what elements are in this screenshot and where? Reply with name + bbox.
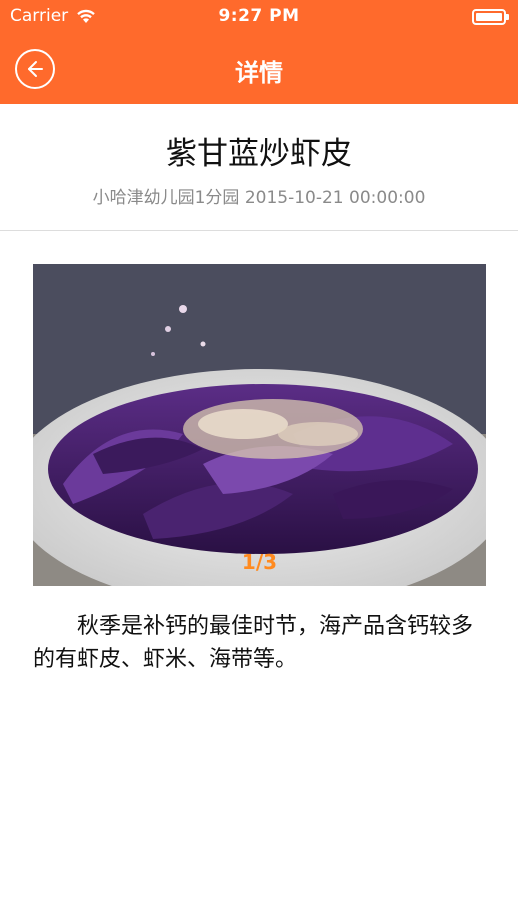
article-meta: 小哈津幼儿园1分园 2015-10-21 00:00:00 [92,188,426,208]
article-title: 紫甘蓝炒虾皮 [166,136,352,172]
status-time: 9:27 PM [218,6,300,26]
dish-photo [33,264,486,586]
battery-icon [472,9,509,25]
gallery-page-indicator: 1/3 [241,550,278,574]
status-bar: Carrier 9:27 PM [0,0,518,34]
page-title: 详情 [235,59,283,87]
article-body: 秋季是补钙的最佳时节，海产品含钙较多的有虾皮、虾米、海带等。 [33,614,474,672]
navigation-bar: 详情 [0,34,518,104]
divider [0,230,518,231]
image-gallery[interactable]: 1/3 [33,264,486,586]
